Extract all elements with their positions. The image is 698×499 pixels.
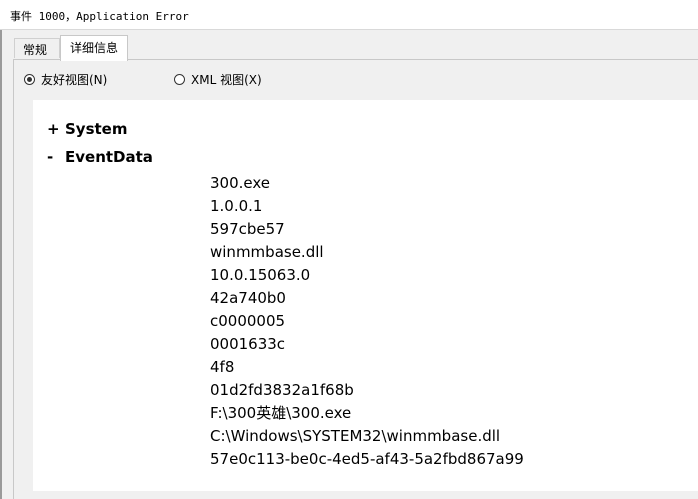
eventdata-value: winmmbase.dll (210, 243, 324, 261)
eventdata-value: 01d2fd3832a1f68b (210, 381, 354, 399)
eventdata-value: F:\300英雄\300.exe (210, 404, 352, 422)
friendly-view-radio[interactable]: 友好视图(N) (24, 71, 107, 87)
eventdata-value: 597cbe57 (210, 220, 285, 238)
tree-node-system[interactable]: + System (47, 120, 127, 138)
eventdata-value: 42a740b0 (210, 289, 286, 307)
xml-view-radio[interactable]: XML 视图(X) (174, 71, 262, 87)
eventdata-value: 4f8 (210, 358, 235, 376)
expand-toggle-system[interactable]: + (47, 120, 65, 138)
eventdata-value: 0001633c (210, 335, 286, 353)
node-label-eventdata: EventData (65, 148, 153, 166)
eventdata-value: c0000005 (210, 312, 286, 330)
eventdata-value: 300.exe (210, 174, 271, 192)
friendly-view-label: 友好视图(N) (41, 72, 108, 87)
tab-details-label: 详细信息 (70, 41, 119, 55)
eventdata-value: C:\Windows\SYSTEM32\winmmbase.dll (210, 427, 501, 445)
window-title: 事件 1000，Application Error (10, 10, 189, 23)
tab-general-label: 常规 (23, 43, 48, 57)
tab-strip: 常规 详细信息 (2, 30, 698, 61)
friendly-view-radio-circle[interactable] (24, 73, 35, 85)
collapse-toggle-eventdata[interactable]: - (47, 148, 65, 166)
eventdata-value: 10.0.15063.0 (210, 266, 311, 284)
eventdata-values: 300.exe 1.0.0.1 597cbe57 winmmbase.dll 1… (210, 172, 524, 471)
title-bar: 事件 1000，Application Error (0, 0, 698, 30)
event-content-area[interactable]: + System - EventData 300.exe 1.0.0.1 597cb… (33, 100, 698, 491)
tree-node-eventdata[interactable]: - EventData (47, 148, 153, 166)
window-left-border (0, 30, 2, 499)
xml-view-radio-circle[interactable] (174, 73, 185, 85)
node-label-system: System (65, 120, 128, 138)
eventdata-value: 57e0c113-be0c-4ed5-af43-5a2fbd867a99 (210, 450, 524, 468)
eventdata-value: 1.0.0.1 (210, 197, 263, 215)
xml-view-label: XML 视图(X) (191, 72, 262, 87)
tab-details[interactable]: 详细信息 (60, 35, 128, 61)
event-properties-window: 事件 1000，Application Error 常规 详细信息 友好视图(N… (0, 0, 698, 499)
tab-general[interactable]: 常规 (14, 38, 60, 58)
